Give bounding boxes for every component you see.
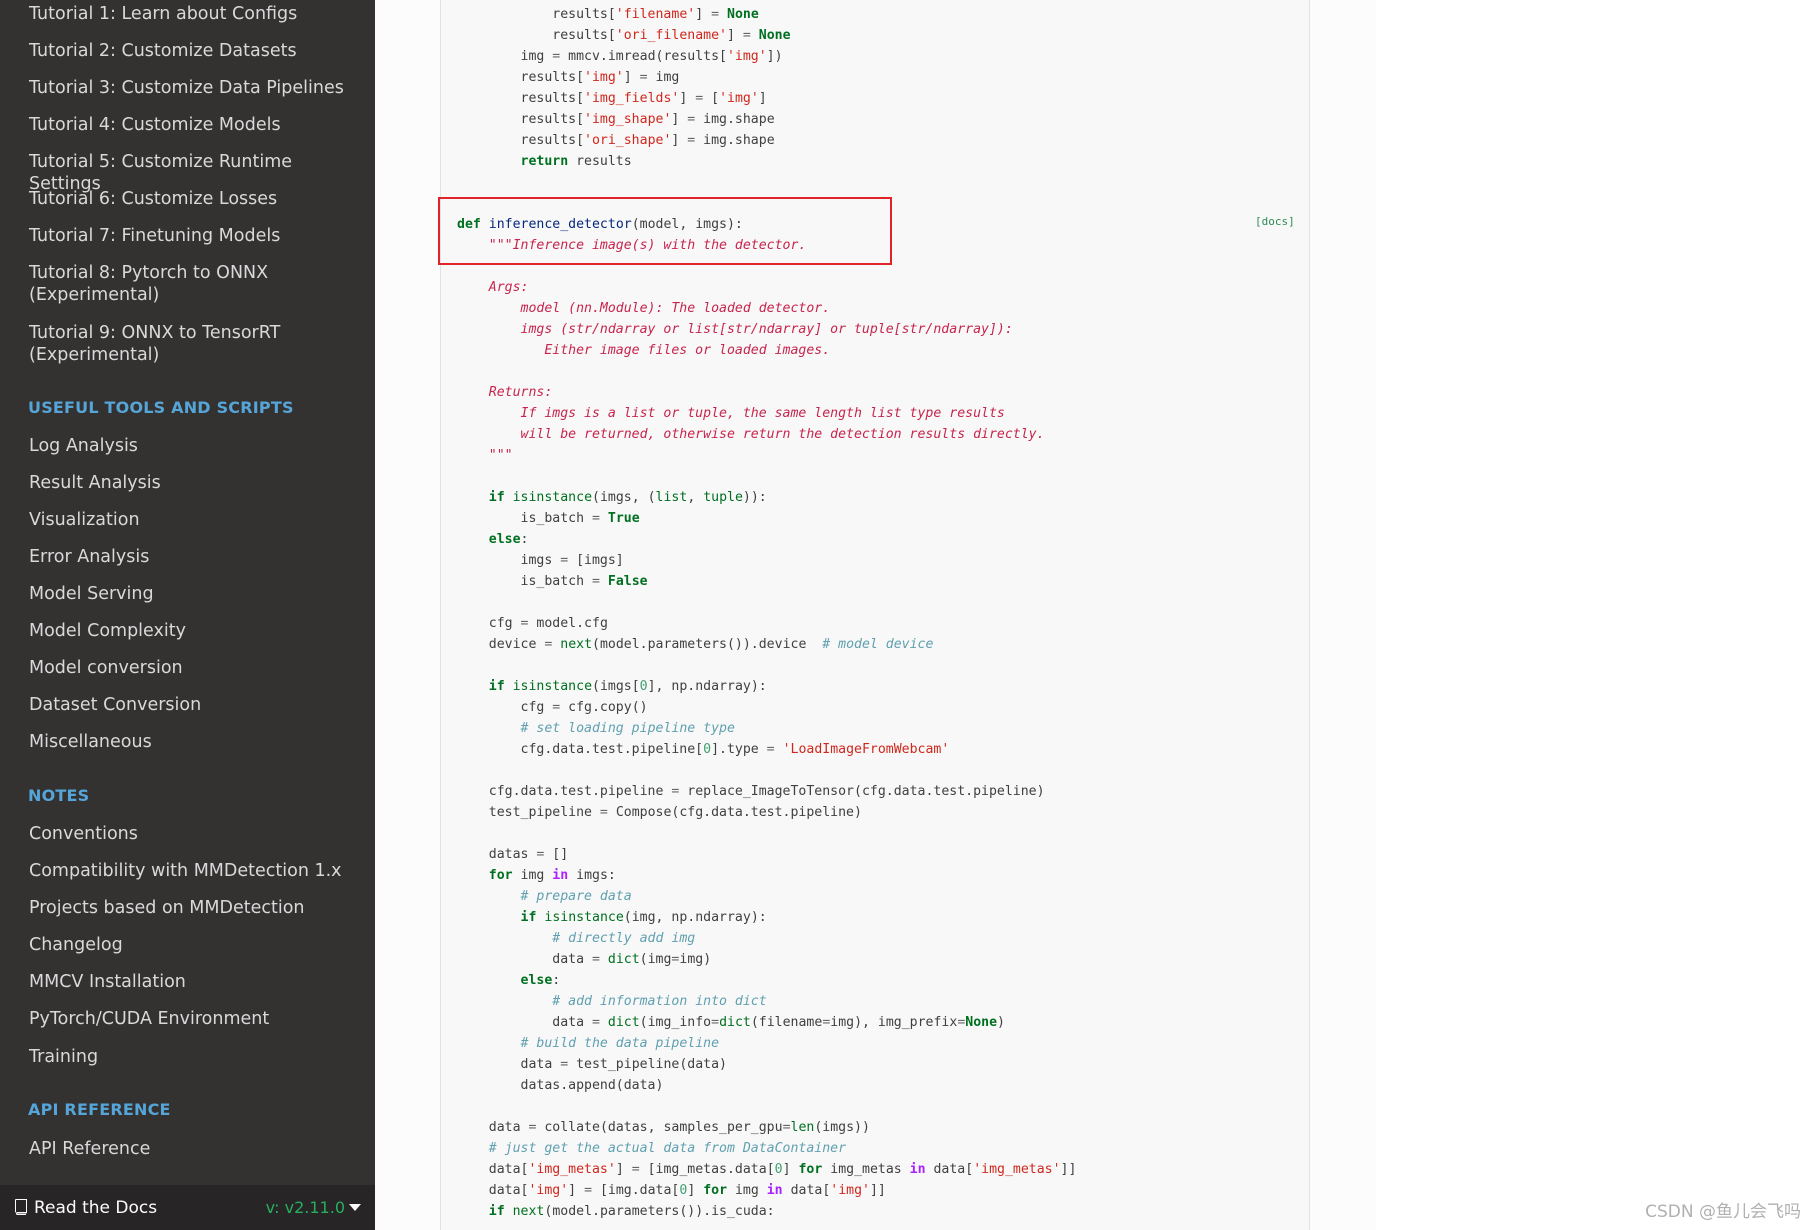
- code-block: results['filename'] = None results['ori_…: [440, 0, 1310, 1230]
- nav-item-tutorial-4[interactable]: Tutorial 4: Customize Models: [29, 114, 359, 136]
- code-line: if isinstance(imgs, (list, tuple)):: [488, 490, 767, 505]
- nav-item-log-analysis[interactable]: Log Analysis: [29, 435, 359, 457]
- caption-useful-tools: USEFUL TOOLS AND SCRIPTS: [28, 398, 294, 417]
- nav-item-tutorial-6[interactable]: Tutorial 6: Customize Losses: [29, 188, 359, 210]
- caption-api-reference: API REFERENCE: [28, 1100, 171, 1119]
- book-icon: [14, 1199, 28, 1221]
- code-line: return results: [520, 154, 632, 169]
- nav-item-changelog[interactable]: Changelog: [29, 934, 359, 956]
- code-line: data = dict(img_info=dict(filename=img),…: [457, 1015, 1005, 1030]
- nav-item-mmcv-installation[interactable]: MMCV Installation: [29, 971, 359, 993]
- code-line: cfg.data.test.pipeline[0].type = 'LoadIm…: [457, 742, 950, 757]
- code-line: Args:: [457, 280, 529, 295]
- read-the-docs-label[interactable]: Read the Docs: [14, 1197, 157, 1221]
- nav-item-api-reference[interactable]: API Reference: [29, 1138, 359, 1160]
- docs-link[interactable]: [docs]: [1255, 215, 1295, 228]
- nav-item-tutorial-9-suffix[interactable]: (Experimental): [29, 344, 359, 366]
- code-line: # build the data pipeline: [520, 1036, 720, 1051]
- highlight-box: [438, 197, 892, 265]
- nav-item-tutorial-7[interactable]: Tutorial 7: Finetuning Models: [29, 225, 359, 247]
- nav-item-model-conversion[interactable]: Model conversion: [29, 657, 359, 679]
- code-line: results['img_shape'] = img.shape: [457, 112, 775, 127]
- code-line: # add information into dict: [552, 994, 767, 1009]
- code-line: # just get the actual data from DataCont…: [488, 1141, 847, 1156]
- code-line: data['img'] = [img.data[0] for img in da…: [457, 1183, 886, 1198]
- code-line: test_pipeline = Compose(cfg.data.test.pi…: [457, 805, 862, 820]
- nav-item-pytorch-cuda[interactable]: PyTorch/CUDA Environment: [29, 1008, 359, 1030]
- nav-item-tutorial-1[interactable]: Tutorial 1: Learn about Configs: [29, 3, 359, 25]
- right-gutter: [1376, 0, 1817, 1230]
- nav-item-tutorial-8[interactable]: Tutorial 8: Pytorch to ONNX: [29, 262, 359, 284]
- nav-item-conventions[interactable]: Conventions: [29, 823, 359, 845]
- code-line: device = next(model.parameters()).device…: [457, 637, 934, 652]
- sidebar-nav: Tutorial 1: Learn about Configs Tutorial…: [0, 0, 375, 1230]
- version-selector[interactable]: v: v2.11.0: [266, 1198, 361, 1218]
- code-line: data = test_pipeline(data): [457, 1057, 727, 1072]
- code-line: datas.append(data): [457, 1078, 664, 1093]
- code-line: data['img_metas'] = [img_metas.data[0] f…: [457, 1162, 1077, 1177]
- code-line: imgs (str/ndarray or list[str/ndarray] o…: [457, 322, 1013, 337]
- code-line: results['filename'] = None: [457, 7, 759, 22]
- caret-down-icon: [349, 1204, 361, 1211]
- code-line: img = mmcv.imread(results['img']): [457, 49, 783, 64]
- code-line: cfg.data.test.pipeline = replace_ImageTo…: [457, 784, 1045, 799]
- code-line: is_batch = True: [457, 511, 640, 526]
- code-line: data = dict(img=img): [457, 952, 712, 967]
- code-line: # directly add img: [552, 931, 696, 946]
- code-line: if isinstance(imgs[0], np.ndarray):: [488, 679, 767, 694]
- code-line: if isinstance(img, np.ndarray):: [520, 910, 767, 925]
- read-the-docs-bar[interactable]: Read the Docs v: v2.11.0: [0, 1185, 375, 1230]
- nav-item-tutorial-3[interactable]: Tutorial 3: Customize Data Pipelines: [29, 77, 359, 99]
- code-line: imgs = [imgs]: [457, 553, 624, 568]
- code-line: model (nn.Module): The loaded detector.: [457, 301, 831, 316]
- code-line: will be returned, otherwise return the d…: [457, 427, 1045, 442]
- nav-item-result-analysis[interactable]: Result Analysis: [29, 472, 359, 494]
- nav-item-tutorial-8-suffix[interactable]: (Experimental): [29, 284, 359, 306]
- code-line: results['ori_shape'] = img.shape: [457, 133, 775, 148]
- nav-item-tutorial-2[interactable]: Tutorial 2: Customize Datasets: [29, 40, 359, 62]
- nav-item-visualization[interactable]: Visualization: [29, 509, 359, 531]
- code-line: for img in imgs:: [488, 868, 616, 883]
- caption-notes: NOTES: [28, 786, 90, 805]
- code-line: # set loading pipeline type: [520, 721, 735, 736]
- version-label: v: v2.11.0: [265, 1198, 345, 1217]
- nav-item-model-serving[interactable]: Model Serving: [29, 583, 359, 605]
- nav-item-projects[interactable]: Projects based on MMDetection: [29, 897, 359, 919]
- code-line: results['img'] = img: [457, 70, 680, 85]
- code-line: is_batch = False: [457, 574, 648, 589]
- nav-item-error-analysis[interactable]: Error Analysis: [29, 546, 359, 568]
- code-line: else:: [520, 973, 561, 988]
- code-line: """: [457, 448, 513, 463]
- code-line: else:: [488, 532, 529, 547]
- code-line: Returns:: [457, 385, 553, 400]
- nav-item-training[interactable]: Training: [29, 1046, 359, 1068]
- code-line: cfg = model.cfg: [457, 616, 608, 631]
- nav-item-dataset-conversion[interactable]: Dataset Conversion: [29, 694, 359, 716]
- code-line: results['img_fields'] = ['img']: [457, 91, 767, 106]
- nav-item-miscellaneous[interactable]: Miscellaneous: [29, 731, 359, 753]
- rtd-text: Read the Docs: [34, 1198, 158, 1218]
- code-line: Either image files or loaded images.: [457, 343, 831, 358]
- watermark: CSDN @鱼儿会飞吗: [1645, 1202, 1801, 1222]
- code-line: results['ori_filename'] = None: [457, 28, 791, 43]
- nav-item-tutorial-9[interactable]: Tutorial 9: ONNX to TensorRT: [29, 322, 359, 344]
- code-line: If imgs is a list or tuple, the same len…: [457, 406, 1005, 421]
- nav-item-compatibility[interactable]: Compatibility with MMDetection 1.x: [29, 860, 359, 882]
- code-line: # prepare data: [520, 889, 632, 904]
- code-line: if next(model.parameters()).is_cuda:: [488, 1204, 775, 1219]
- nav-item-model-complexity[interactable]: Model Complexity: [29, 620, 359, 642]
- code-line: data = collate(datas, samples_per_gpu=le…: [457, 1120, 870, 1135]
- code-line: cfg = cfg.copy(): [457, 700, 648, 715]
- code-line: datas = []: [457, 847, 569, 862]
